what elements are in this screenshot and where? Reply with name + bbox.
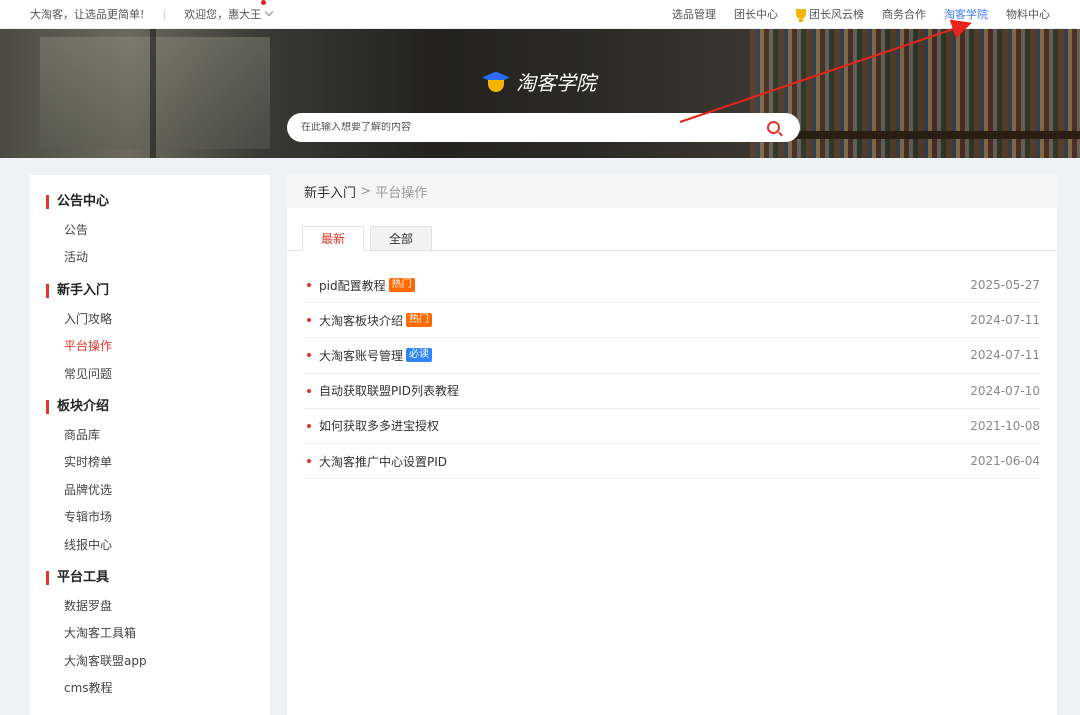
trophy-icon — [796, 9, 806, 22]
tab-latest[interactable]: 最新 — [302, 226, 365, 251]
article-date: 2024-07-11 — [970, 348, 1040, 363]
sidebar-item-faq[interactable]: 常见问题 — [30, 361, 270, 388]
article-date: 2025-05-27 — [970, 278, 1040, 293]
divider: | — [162, 7, 167, 21]
article-date: 2024-07-10 — [970, 383, 1040, 398]
sidebar-group-title: 新手入门 — [46, 283, 270, 298]
article-title[interactable]: 大淘客板块介绍 — [319, 312, 403, 329]
nav-business[interactable]: 商务合作 — [882, 6, 926, 22]
nav-academy[interactable]: 淘客学院 — [944, 6, 988, 22]
list-item[interactable]: 大淘客账号管理 必读 2024-07-11 — [304, 338, 1040, 374]
sidebar-item-app[interactable]: 大淘客联盟app — [30, 648, 270, 675]
nav-leader-ranking-label: 团长风云榜 — [809, 8, 864, 21]
breadcrumb: 新手入门 > 平台操作 — [287, 175, 1057, 208]
sidebar-item-announcement[interactable]: 公告 — [30, 217, 270, 244]
notification-dot — [261, 0, 267, 5]
sidebar-group-title: 公告中心 — [46, 195, 270, 209]
sidebar-item-tips-center[interactable]: 线报中心 — [30, 532, 270, 559]
sidebar-item-platform-ops[interactable]: 平台操作 — [30, 333, 270, 360]
article-title[interactable]: pid配置教程 — [319, 277, 386, 294]
sidebar-item-product-library[interactable]: 商品库 — [30, 422, 270, 449]
article-date: 2021-06-04 — [970, 454, 1040, 469]
sidebar-group-beginner: 新手入门 入门攻略 平台操作 常见问题 — [30, 283, 270, 388]
academy-logo: 淘客学院 — [482, 67, 596, 96]
article-date: 2024-07-11 — [970, 313, 1040, 328]
must-read-badge: 必读 — [406, 348, 433, 363]
bookshelf-board — [750, 131, 1080, 139]
sidebar-item-cms[interactable]: cms教程 — [30, 675, 270, 702]
search-icon[interactable] — [767, 121, 780, 134]
bullet-icon — [307, 388, 311, 393]
list-item[interactable]: 大淘客推广中心设置PID 2021-06-04 — [304, 444, 1040, 480]
welcome-text: 欢迎您，惠大王 — [184, 8, 262, 21]
bullet-icon — [307, 318, 311, 323]
user-menu[interactable]: 欢迎您，惠大王 — [184, 0, 274, 22]
sidebar-item-activity[interactable]: 活动 — [30, 244, 270, 271]
breadcrumb-current: 平台操作 — [375, 186, 428, 201]
bullet-icon — [307, 353, 311, 358]
nav-leader-ranking[interactable]: 团长风云榜 — [796, 6, 864, 22]
sidebar-item-realtime-rank[interactable]: 实时榜单 — [30, 449, 270, 476]
list-item[interactable]: pid配置教程 热门 2025-05-27 — [304, 268, 1040, 304]
article-list: pid配置教程 热门 2025-05-27 大淘客板块介绍 热门 2024-07… — [287, 251, 1057, 480]
bullet-icon — [307, 283, 311, 288]
banner-background-pillar — [150, 29, 156, 158]
nav-selection-management[interactable]: 选品管理 — [672, 6, 716, 22]
article-title[interactable]: 如何获取多多进宝授权 — [319, 417, 439, 434]
nav-leader-center[interactable]: 团长中心 — [734, 6, 778, 22]
article-date: 2021-10-08 — [970, 418, 1040, 433]
article-title[interactable]: 大淘客推广中心设置PID — [319, 453, 447, 470]
sidebar-group-title: 板块介绍 — [46, 399, 270, 414]
sidebar-item-guide[interactable]: 入门攻略 — [30, 306, 270, 333]
sidebar-item-album-market[interactable]: 专辑市场 — [30, 504, 270, 531]
hot-badge: 热门 — [406, 313, 433, 328]
sidebar-group-title: 平台工具 — [46, 570, 270, 585]
tab-bar: 最新 全部 — [287, 208, 1057, 251]
search-bar — [287, 113, 800, 142]
article-title[interactable]: 自动获取联盟PID列表教程 — [319, 382, 459, 399]
bullet-icon — [307, 423, 311, 428]
tab-all[interactable]: 全部 — [370, 226, 433, 251]
hot-badge: 热门 — [388, 278, 415, 293]
sidebar-group-tools: 平台工具 数据罗盘 大淘客工具箱 大淘客联盟app cms教程 — [30, 570, 270, 703]
article-title[interactable]: 大淘客账号管理 — [319, 347, 403, 364]
main-content: 新手入门 > 平台操作 最新 全部 pid配置教程 热门 2025-05-27 … — [287, 175, 1057, 715]
sidebar-item-data-compass[interactable]: 数据罗盘 — [30, 593, 270, 620]
list-item[interactable]: 自动获取联盟PID列表教程 2024-07-10 — [304, 374, 1040, 409]
bullet-icon — [307, 459, 311, 464]
list-item[interactable]: 如何获取多多进宝授权 2021-10-08 — [304, 409, 1040, 444]
hero-banner: 淘客学院 — [0, 29, 1080, 158]
nav-materials[interactable]: 物料中心 — [1006, 6, 1050, 22]
sidebar: 公告中心 公告 活动 新手入门 入门攻略 平台操作 常见问题 板块介绍 商品库 … — [30, 175, 270, 715]
slogan: 大淘客，让选品更简单! — [30, 8, 145, 21]
academy-title: 淘客学院 — [516, 71, 596, 95]
sidebar-group-announcements: 公告中心 公告 活动 — [30, 195, 270, 272]
sidebar-group-sections: 板块介绍 商品库 实时榜单 品牌优选 专辑市场 线报中心 — [30, 399, 270, 559]
search-input[interactable] — [301, 122, 767, 133]
top-bar: 大淘客，让选品更简单! | 欢迎您，惠大王 选品管理 团长中心 团长风云榜 商务… — [0, 0, 1080, 29]
breadcrumb-parent[interactable]: 新手入门 — [304, 182, 356, 201]
list-item[interactable]: 大淘客板块介绍 热门 2024-07-11 — [304, 303, 1040, 339]
graduation-cap-icon — [482, 70, 510, 94]
sidebar-item-toolbox[interactable]: 大淘客工具箱 — [30, 620, 270, 647]
sidebar-item-brand[interactable]: 品牌优选 — [30, 477, 270, 504]
chevron-down-icon[interactable] — [264, 7, 274, 17]
breadcrumb-separator: > — [356, 184, 376, 199]
